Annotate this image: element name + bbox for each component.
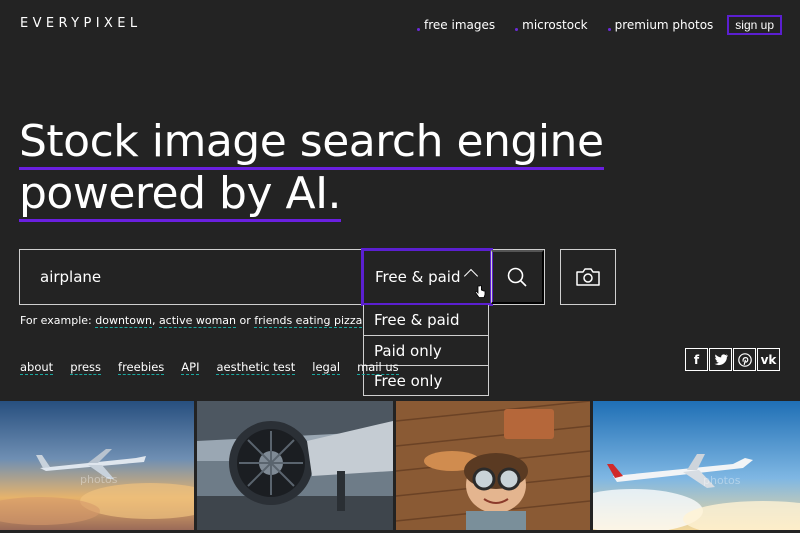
license-select[interactable]: Free & paid	[361, 248, 493, 306]
gallery-image[interactable]: photos	[593, 401, 800, 530]
facebook-icon[interactable]: f	[685, 348, 708, 371]
examples-separator: ,	[151, 314, 159, 327]
search-input[interactable]	[20, 250, 360, 304]
camera-icon	[576, 268, 600, 286]
image-search-button[interactable]	[560, 249, 616, 305]
footer-link-press[interactable]: press	[70, 361, 102, 375]
chevron-up-icon	[463, 268, 479, 284]
bullet-icon	[607, 28, 611, 31]
watermark: photos	[80, 473, 118, 486]
twitter-icon[interactable]	[709, 348, 732, 371]
search-box: Free & paid	[19, 248, 545, 306]
hero-line-1: Stock image search engine	[19, 116, 604, 170]
footer-link-legal[interactable]: legal	[312, 361, 341, 375]
footer-link-about[interactable]: about	[20, 361, 54, 375]
nav-premium-photos[interactable]: premium photos	[607, 18, 714, 32]
license-option-free-and-paid[interactable]: Free & paid	[364, 305, 488, 335]
footer-link-aesthetic-test[interactable]: aesthetic test	[216, 361, 296, 375]
gallery-image[interactable]	[396, 401, 590, 530]
footer-link-freebies[interactable]: freebies	[118, 361, 165, 375]
footer-nav: about press freebies API aesthetic test …	[20, 361, 416, 375]
sign-up-button[interactable]: sign up	[727, 15, 782, 35]
nav-link-label: free images	[424, 18, 496, 32]
bullet-icon	[515, 28, 519, 31]
example-link[interactable]: active woman	[158, 314, 237, 328]
example-link[interactable]: downtown	[95, 314, 152, 328]
top-nav: free images microstock premium photos si…	[397, 15, 782, 35]
watermark: photos	[703, 474, 741, 487]
footer-link-mail-us[interactable]: mail us	[357, 361, 399, 375]
nav-microstock[interactable]: microstock	[515, 18, 588, 32]
search-icon	[507, 267, 527, 287]
license-dropdown: Free & paid Paid only Free only	[363, 305, 489, 396]
vk-icon[interactable]: vk	[757, 348, 780, 371]
nav-link-label: microstock	[522, 18, 588, 32]
example-link[interactable]: friends eating pizza	[254, 314, 363, 328]
nav-free-images[interactable]: free images	[417, 18, 495, 32]
gallery-image[interactable]: photos	[0, 401, 194, 530]
hand-cursor-icon	[474, 285, 486, 298]
search-button[interactable]	[491, 250, 544, 304]
search-examples: For example: downtown, active woman or f…	[20, 314, 363, 328]
image-gallery: photos photos	[0, 401, 800, 533]
social-links: f vk	[685, 348, 781, 371]
footer-link-api[interactable]: API	[181, 361, 200, 375]
examples-prefix: For example:	[20, 314, 96, 327]
bullet-icon	[417, 28, 421, 31]
hero-title: Stock image search engine powered by AI.	[19, 116, 604, 222]
nav-link-label: premium photos	[614, 18, 714, 32]
logo[interactable]: EVERYPIXEL	[20, 16, 142, 31]
examples-separator: or	[236, 314, 255, 327]
pinterest-icon[interactable]	[733, 348, 756, 371]
gallery-image[interactable]	[197, 401, 393, 530]
license-select-value: Free & paid	[375, 268, 461, 286]
hero-line-2: powered by AI.	[19, 168, 342, 222]
